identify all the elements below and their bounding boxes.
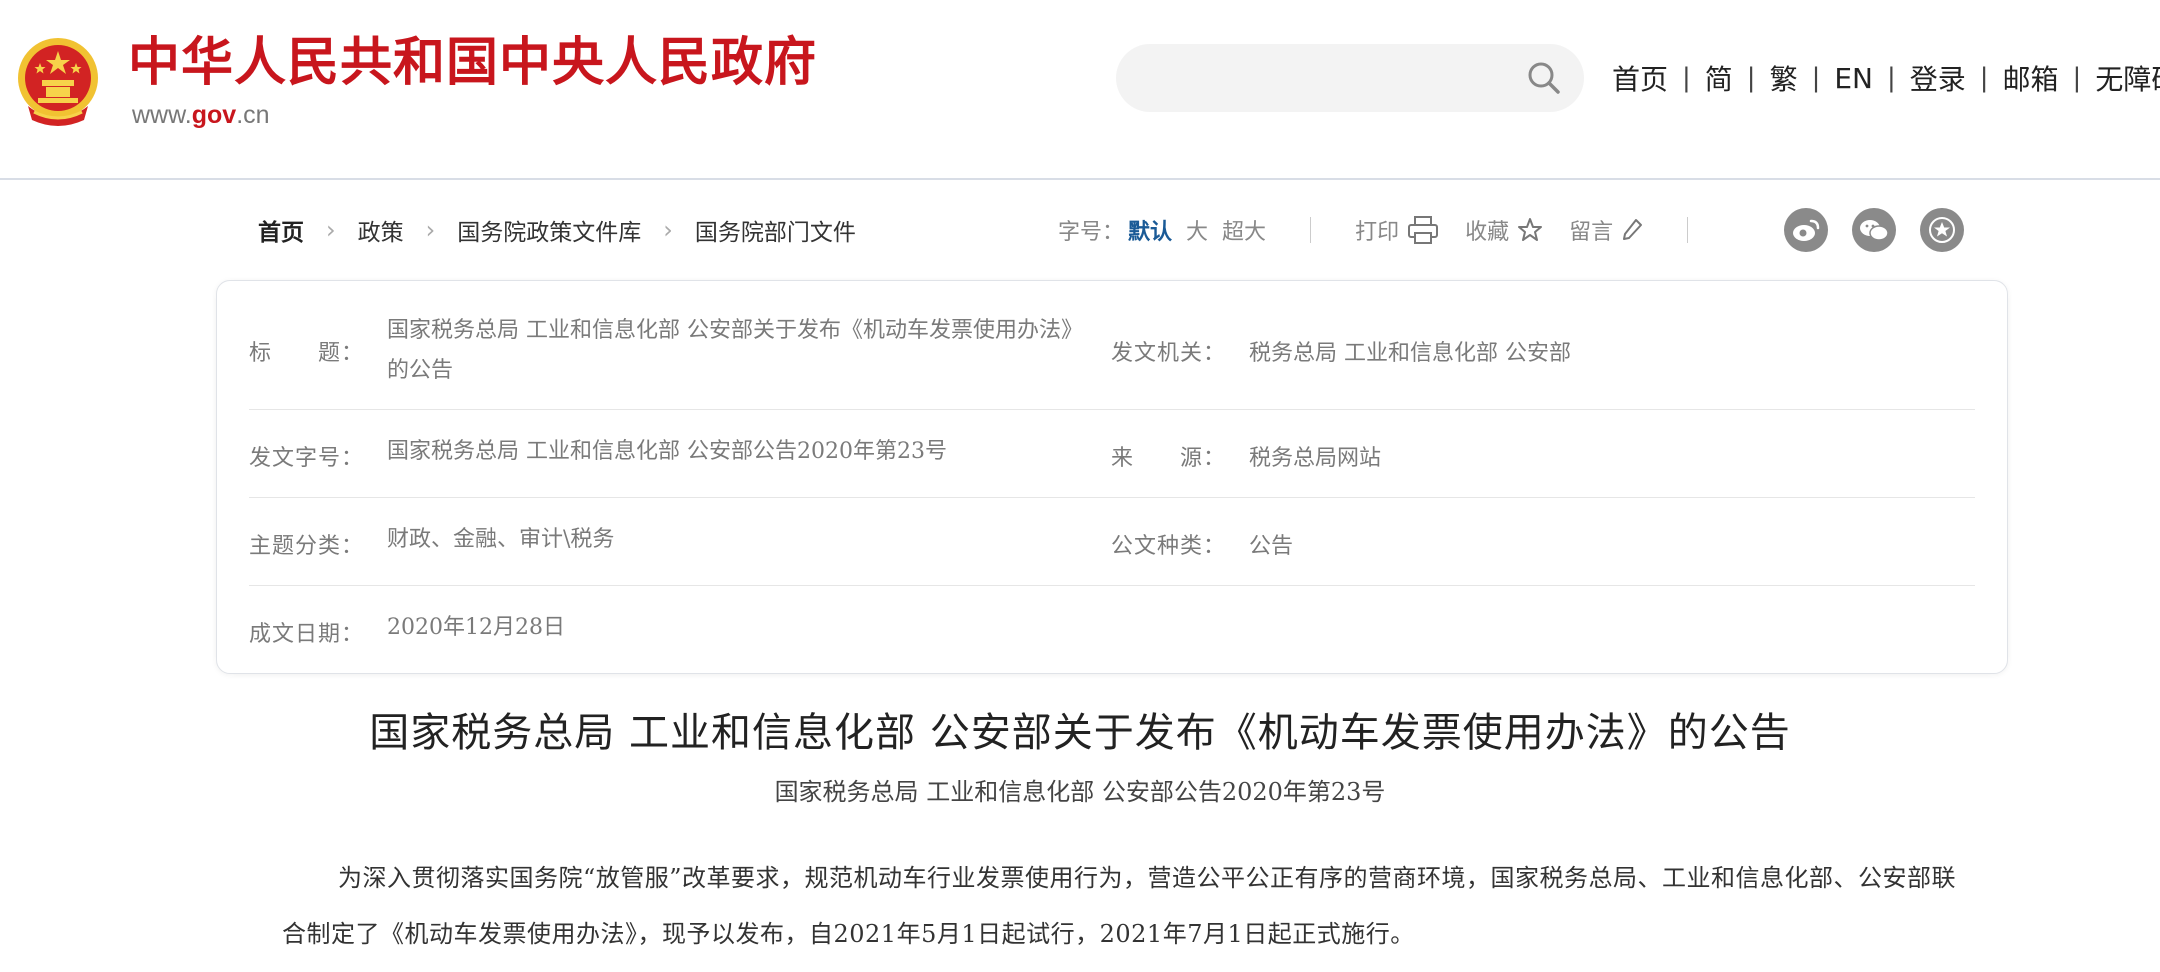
nav-separator: | xyxy=(2072,63,2082,93)
wechat-share-button[interactable] xyxy=(1852,208,1896,252)
date-value: 2020年12月28日 xyxy=(387,615,565,640)
nav-separator: | xyxy=(1682,63,1691,93)
print-button[interactable]: 打印 xyxy=(1355,214,1439,246)
top-nav: 首页 | 简 | 繁 | EN | 登录 | 邮箱 | 无障碍 xyxy=(1612,56,2160,100)
weibo-share-button[interactable] xyxy=(1784,208,1828,252)
font-size-label: 字号： xyxy=(1058,220,1125,245)
source-value: 税务总局网站 xyxy=(1249,446,1382,471)
comment-label: 留言 xyxy=(1569,220,1614,245)
breadcrumb-policy-library[interactable]: 国务院政策文件库 xyxy=(457,213,641,247)
print-label: 打印 xyxy=(1355,220,1400,245)
docno-value: 国家税务总局 工业和信息化部 公安部公告2020年第23号 xyxy=(387,439,947,464)
breadcrumb-policy[interactable]: 政策 xyxy=(358,213,404,247)
title-label: 标 题： xyxy=(249,341,365,366)
search-icon[interactable] xyxy=(1526,60,1562,96)
docno-label: 发文字号： xyxy=(249,446,365,471)
domain-gov: gov xyxy=(191,101,237,129)
issuer-label: 发文机关： xyxy=(1111,341,1227,366)
topic-value: 财政、金融、审计\税务 xyxy=(387,527,615,552)
pencil-icon xyxy=(1623,219,1643,240)
nav-login[interactable]: 登录 xyxy=(1910,58,1966,98)
source-label: 来 源： xyxy=(1111,446,1227,471)
font-size-large[interactable]: 大 xyxy=(1186,214,1208,246)
nav-mail[interactable]: 邮箱 xyxy=(2003,58,2059,98)
breadcrumb: 首页 › 政策 › 国务院政策文件库 › 国务院部门文件 xyxy=(258,210,856,250)
breadcrumb-department-docs[interactable]: 国务院部门文件 xyxy=(695,213,856,247)
article-title: 国家税务总局 工业和信息化部 公安部关于发布《机动车发票使用办法》的公告 xyxy=(369,710,1791,756)
nav-simplified[interactable]: 简 xyxy=(1705,58,1733,98)
article-paragraph: 为深入贯彻落实国务院“放管服”改革要求，规范机动车行业发票使用行为，营造公平公正… xyxy=(282,864,1957,948)
info-row-docno: 发文字号： 国家税务总局 工业和信息化部 公安部公告2020年第23号 来 源：… xyxy=(249,410,1975,498)
favorite-label: 收藏 xyxy=(1465,220,1510,245)
weibo-icon xyxy=(1793,219,1820,241)
breadcrumb-home[interactable]: 首页 xyxy=(258,213,304,247)
share-buttons xyxy=(1784,208,1988,252)
printer-icon xyxy=(1408,216,1439,244)
favorite-button[interactable]: 收藏 xyxy=(1465,214,1543,246)
doctype-value: 公告 xyxy=(1249,534,1294,559)
site-header: 中华人民共和国中央人民政府 www.gov.cn 首页 | 简 | 繁 | EN… xyxy=(0,0,2160,180)
font-size-default[interactable]: 默认 xyxy=(1128,214,1172,246)
nav-separator: | xyxy=(1811,63,1821,93)
info-row-title: 标 题： 国家税务总局 工业和信息化部 公安部关于发布《机动车发票使用办法》的公… xyxy=(249,301,1975,410)
nav-separator: | xyxy=(1746,63,1756,93)
info-row-topic: 主题分类： 财政、金融、审计\税务 公文种类： 公告 xyxy=(249,498,1975,586)
site-domain: www.gov.cn xyxy=(132,100,270,130)
favorite-share-button[interactable] xyxy=(1920,208,1964,252)
article-docno: 国家税务总局 工业和信息化部 公安部公告2020年第23号 xyxy=(774,778,1386,806)
favorite-star-icon xyxy=(1929,217,1955,243)
document-info-table: 标 题： 国家税务总局 工业和信息化部 公安部关于发布《机动车发票使用办法》的公… xyxy=(216,280,2008,674)
chevron-right-icon: › xyxy=(425,216,436,244)
nav-traditional[interactable]: 繁 xyxy=(1770,58,1798,98)
issuer-value: 税务总局 工业和信息化部 公安部 xyxy=(1249,341,1571,366)
domain-prefix: www. xyxy=(132,101,192,129)
title-value: 国家税务总局 工业和信息化部 公安部关于发布《机动车发票使用办法》的公告 xyxy=(387,318,1083,383)
doctype-label: 公文种类： xyxy=(1111,534,1227,559)
font-size-xlarge[interactable]: 超大 xyxy=(1222,214,1266,246)
toolbar-divider xyxy=(1687,217,1689,243)
nav-home[interactable]: 首页 xyxy=(1612,58,1668,98)
article-toolbar: 字号： 默认 大 超大 打印 收藏 留言 xyxy=(1058,210,1732,250)
topic-label: 主题分类： xyxy=(249,534,365,559)
search-input[interactable] xyxy=(1116,44,1584,112)
national-emblem-icon[interactable] xyxy=(14,34,102,130)
date-label: 成文日期： xyxy=(249,622,365,647)
chevron-right-icon: › xyxy=(663,216,673,244)
nav-separator: | xyxy=(1979,63,1989,93)
domain-suffix: .cn xyxy=(236,101,270,129)
info-row-date: 成文日期： 2020年12月28日 xyxy=(249,586,1975,673)
comment-button[interactable]: 留言 xyxy=(1569,214,1643,246)
wechat-icon xyxy=(1860,220,1889,241)
star-outline-icon xyxy=(1518,218,1543,241)
nav-separator: | xyxy=(1886,63,1896,93)
site-name[interactable]: 中华人民共和国中央人民政府 xyxy=(128,30,817,96)
toolbar-divider xyxy=(1310,217,1312,243)
nav-accessibility[interactable]: 无障碍 xyxy=(2095,58,2160,98)
nav-english[interactable]: EN xyxy=(1834,62,1873,95)
chevron-right-icon: › xyxy=(326,216,336,244)
